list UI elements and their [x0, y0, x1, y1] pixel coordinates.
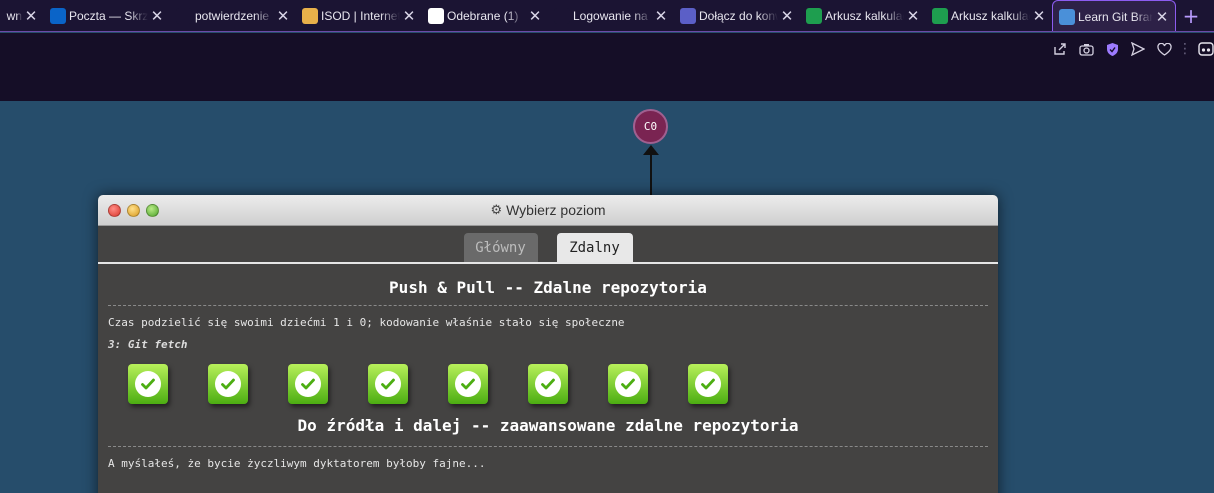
browser-tab[interactable]: Odebrane (1) ✕: [422, 0, 548, 31]
sheets-icon: [806, 8, 822, 24]
section-description: Czas podzielić się swoimi dziećmi 1 i 0;…: [108, 316, 625, 329]
close-tab-icon[interactable]: ✕: [148, 7, 166, 25]
close-tab-icon[interactable]: ✕: [1153, 8, 1171, 26]
commit-edge: [650, 152, 652, 198]
browser-tab-title: Logowanie na konto: [573, 9, 652, 23]
dialog-content: Push & Pull -- Zdalne repozytoria Czas p…: [98, 264, 998, 470]
teams-icon: [680, 8, 696, 24]
close-window-button[interactable]: [108, 204, 121, 217]
browser-tab-title: Arkusz kalkulacyjny: [951, 9, 1030, 23]
level-button-completed[interactable]: [608, 364, 648, 404]
close-tab-icon[interactable]: ✕: [904, 7, 922, 25]
more-icon[interactable]: ⋮: [1178, 41, 1192, 57]
close-tab-icon[interactable]: ✕: [526, 7, 544, 25]
close-tab-icon[interactable]: ✕: [652, 7, 670, 25]
tab-main-label: Główny: [475, 240, 526, 256]
browser-tab-title: ISOD | Internetowy: [321, 9, 400, 23]
browser-tab-title: Arkusz kalkulacyjny: [825, 9, 904, 23]
commit-node-c0[interactable]: C0: [633, 109, 668, 144]
sheets-icon: [932, 8, 948, 24]
close-tab-icon[interactable]: ✕: [778, 7, 796, 25]
browser-tab-title: Learn Git Branching: [1078, 9, 1153, 24]
shield-icon[interactable]: [1104, 41, 1120, 57]
dialog-title-text: Wybierz poziom: [506, 202, 606, 218]
close-tab-icon[interactable]: ✕: [274, 7, 292, 25]
browser-tab-title: Dołącz do konwersacji: [699, 9, 778, 23]
browser-tab[interactable]: Logowanie na konto✕: [548, 0, 674, 31]
share-icon[interactable]: [1052, 41, 1068, 57]
level-tabs: Główny Zdalny: [98, 226, 998, 264]
checkmark-icon: [215, 371, 241, 397]
checkmark-icon: [375, 371, 401, 397]
browser-tab[interactable]: Arkusz kalkulacyjny✕: [800, 0, 926, 31]
dialog-title: ⚙ Wybierz poziom: [490, 202, 605, 218]
isod-icon: [302, 8, 318, 24]
send-icon[interactable]: [1130, 41, 1146, 57]
extension-icon[interactable]: [1198, 41, 1214, 57]
section-description: A myślałeś, że bycie życzliwym dyktatore…: [108, 457, 486, 470]
heart-icon[interactable]: [1156, 41, 1172, 57]
checkmark-icon: [135, 371, 161, 397]
level-button-completed[interactable]: [448, 364, 488, 404]
browser-tab[interactable]: potwierdzenie ✕: [170, 0, 296, 31]
dialog-titlebar[interactable]: ⚙ Wybierz poziom: [98, 195, 998, 226]
browser-tab-title: potwierdzenie: [195, 9, 270, 23]
checkmark-icon: [535, 371, 561, 397]
azure-devops-icon: [176, 8, 192, 24]
current-level-name: 3: Git fetch: [108, 338, 188, 351]
close-tab-icon[interactable]: ✕: [22, 7, 40, 25]
window-controls: [108, 204, 159, 217]
tab-remote-label: Zdalny: [569, 240, 620, 256]
checkmark-icon: [615, 371, 641, 397]
browser-toolbar: ⋮: [0, 33, 1214, 101]
level-button-completed[interactable]: [208, 364, 248, 404]
minimize-window-button[interactable]: [127, 204, 140, 217]
tab-remote[interactable]: Zdalny: [556, 233, 633, 262]
level-buttons: [108, 364, 988, 416]
microsoft-icon: [554, 8, 570, 24]
browser-tab[interactable]: wn ✕: [0, 0, 44, 31]
section-title: Do źródła i dalej -- zaawansowane zdalne…: [108, 416, 988, 447]
level-button-completed[interactable]: [128, 364, 168, 404]
browser-tab-strip: wn✕Poczta — Skrzynka✕potwierdzenie✕ISOD …: [0, 0, 1214, 32]
level-button-completed[interactable]: [688, 364, 728, 404]
browser-tab-title: wn: [6, 9, 22, 23]
camera-icon[interactable]: [1078, 41, 1094, 57]
section-title: Push & Pull -- Zdalne repozytoria: [108, 264, 988, 306]
level-select-dialog: ⚙ Wybierz poziom Główny Zdalny Push & Pu…: [98, 195, 998, 493]
maximize-window-button[interactable]: [146, 204, 159, 217]
browser-tab[interactable]: Poczta — Skrzynka✕: [44, 0, 170, 31]
browser-tab[interactable]: ISOD | Internetowy✕: [296, 0, 422, 31]
learngit-icon: [1059, 8, 1075, 25]
browser-tab[interactable]: Arkusz kalkulacyjny✕: [926, 0, 1052, 31]
checkmark-icon: [695, 371, 721, 397]
checkmark-icon: [295, 371, 321, 397]
close-tab-icon[interactable]: ✕: [400, 7, 418, 25]
checkmark-icon: [455, 371, 481, 397]
new-tab-button[interactable]: +: [1176, 0, 1206, 31]
browser-tab[interactable]: Dołącz do konwersacji✕: [674, 0, 800, 31]
level-button-completed[interactable]: [528, 364, 568, 404]
commit-node-label: C0: [643, 120, 658, 133]
gmail-icon: [428, 8, 444, 24]
browser-tab-title: Odebrane (1): [447, 9, 519, 23]
level-button-completed[interactable]: [288, 364, 328, 404]
close-tab-icon[interactable]: ✕: [1030, 7, 1048, 25]
browser-tab-title: Poczta — Skrzynka: [69, 9, 148, 23]
tab-main[interactable]: Główny: [463, 233, 538, 262]
gear-icon: ⚙: [490, 202, 503, 217]
level-button-completed[interactable]: [368, 364, 408, 404]
commit-edge-arrowhead: [643, 145, 659, 155]
browser-tab[interactable]: Learn Git Branching✕: [1052, 0, 1176, 31]
toolbar-icons: ⋮: [1052, 41, 1214, 57]
outlook-icon: [50, 8, 66, 24]
